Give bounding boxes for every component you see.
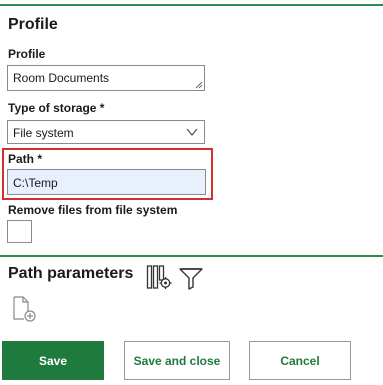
section-title-profile: Profile	[8, 16, 58, 33]
storage-type-value: File system	[13, 126, 74, 140]
profile-value: Room Documents	[13, 71, 110, 85]
section-title-path-parameters: Path parameters	[8, 265, 134, 282]
remove-files-label: Remove files from file system	[8, 203, 178, 217]
filter-icon[interactable]	[178, 266, 204, 290]
top-divider	[0, 4, 383, 6]
profile-form: Profile Profile Room Documents Type of s…	[0, 0, 383, 385]
path-label: Path *	[8, 152, 43, 166]
cancel-button[interactable]: Cancel	[249, 341, 351, 380]
profile-textarea[interactable]: Room Documents	[7, 65, 205, 91]
storage-type-select[interactable]: File system	[7, 120, 205, 144]
resize-grip-icon[interactable]	[195, 81, 203, 89]
profile-label: Profile	[8, 47, 46, 61]
remove-files-checkbox[interactable]	[7, 220, 32, 243]
save-and-close-button[interactable]: Save and close	[124, 341, 230, 380]
path-value: C:\Temp	[13, 176, 58, 190]
path-input[interactable]: C:\Temp	[7, 169, 206, 195]
chevron-down-icon	[186, 128, 198, 137]
save-button[interactable]: Save	[2, 341, 104, 380]
storage-type-label: Type of storage *	[8, 101, 105, 115]
columns-settings-icon[interactable]	[146, 264, 172, 290]
section-divider	[0, 255, 383, 257]
add-document-icon[interactable]	[12, 295, 38, 323]
